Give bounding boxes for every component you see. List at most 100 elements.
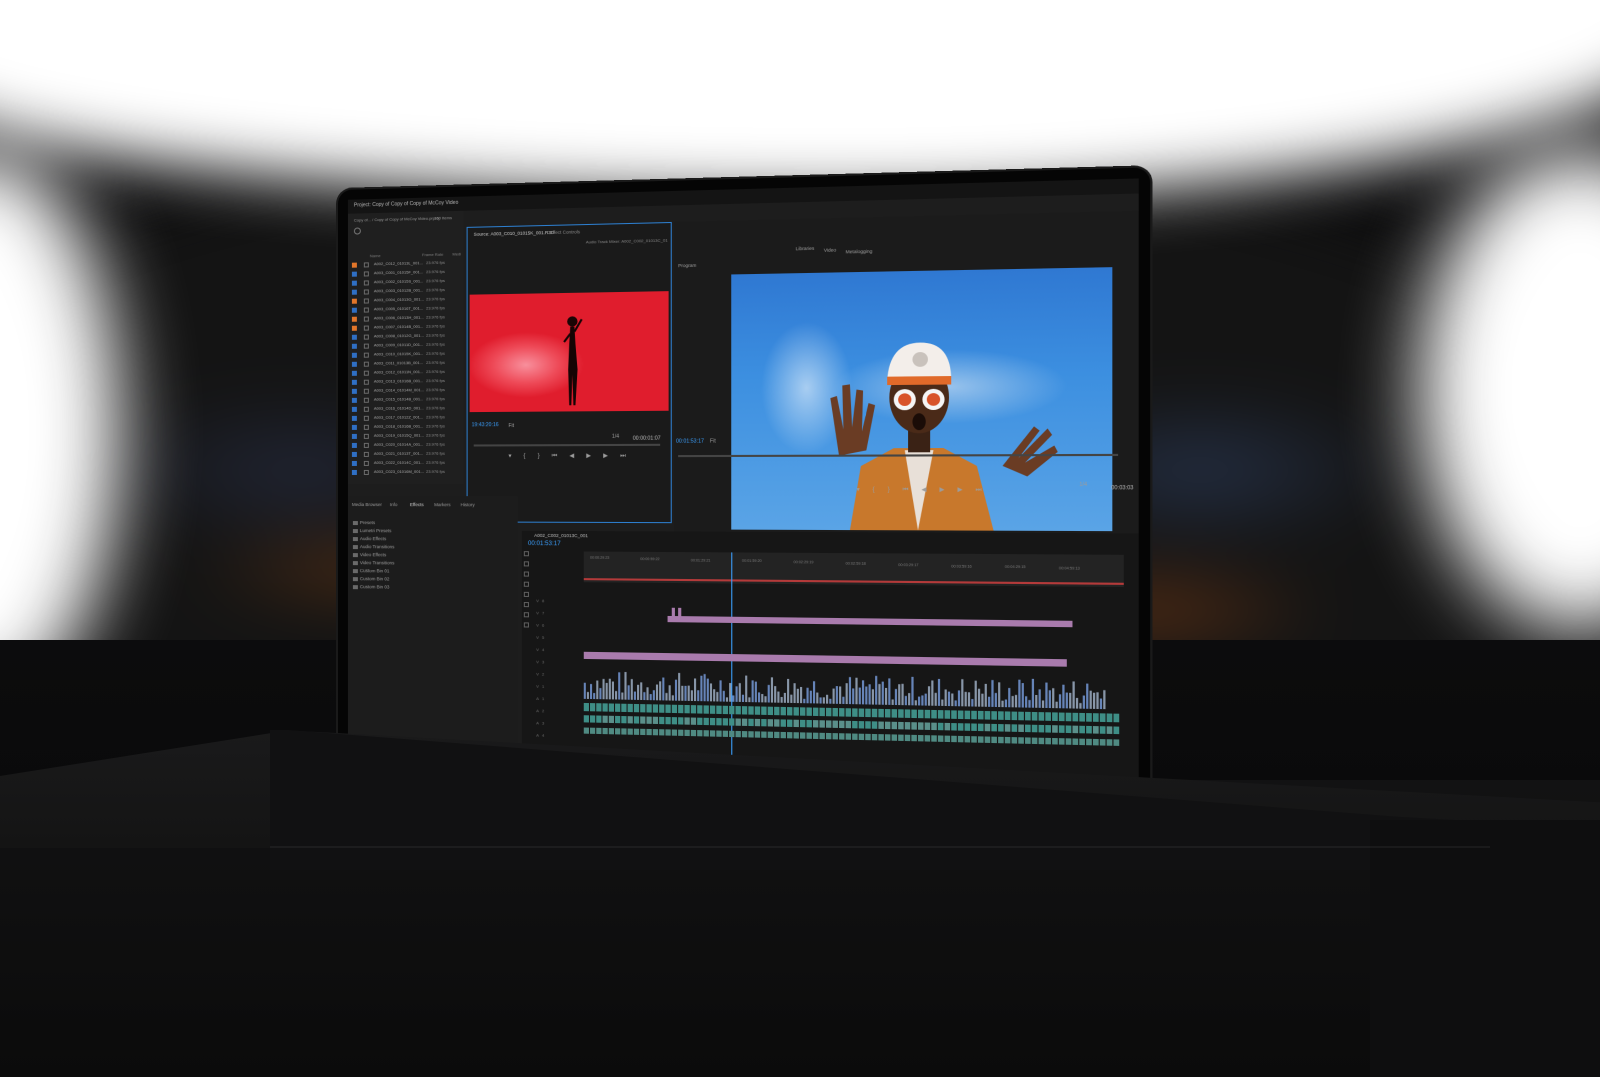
timeline-clip[interactable] [924,722,931,730]
timeline-clip[interactable] [722,690,725,702]
timeline-clip[interactable] [984,683,987,707]
timeline-clip[interactable] [646,687,649,701]
timeline-clip[interactable] [741,718,748,726]
timeline-clip[interactable] [998,682,1001,708]
timeline-clip[interactable] [875,675,878,705]
timeline-clip[interactable] [961,679,964,707]
timeline-clip[interactable] [596,703,602,712]
timeline-clip[interactable] [1096,692,1099,710]
timeline-clip[interactable] [586,691,589,699]
effects-folder[interactable]: Presets [360,520,375,525]
timeline-clip[interactable] [754,681,757,703]
timeline-clip[interactable] [608,703,614,712]
timeline-clip[interactable] [684,729,690,737]
timeline-clip[interactable] [690,705,697,714]
timeline-clip[interactable] [1086,713,1092,722]
timeline-clip[interactable] [687,685,690,701]
timeline-clip[interactable] [825,720,832,728]
timeline-clip[interactable] [964,691,967,707]
timeline-clip[interactable] [1106,726,1113,734]
timeline-clip[interactable] [652,716,659,725]
file-row[interactable]: A003_C009_01011D_001... 23.976 fps [351,341,463,349]
timeline-clip[interactable] [1058,725,1065,733]
timeline-clip[interactable] [748,731,754,738]
timeline-clip[interactable] [967,692,971,707]
timeline-clip[interactable] [871,721,878,729]
source-fit-select[interactable]: Fit [508,423,514,429]
timeline-clip[interactable] [665,692,668,701]
timeline-clip[interactable] [690,717,697,725]
timeline-clip[interactable] [845,720,852,729]
timeline-clip[interactable] [825,707,832,717]
timeline-clip[interactable] [1052,712,1058,722]
tab-effect-controls[interactable]: Effect Controls [550,229,580,235]
timeline-clip[interactable] [583,715,589,723]
timeline-clip[interactable] [898,721,904,730]
timeline-clip[interactable] [891,709,898,718]
track-header[interactable]: V3 [536,659,547,665]
timeline-clip[interactable] [674,679,678,701]
track-header[interactable]: V4 [536,647,547,653]
program-transport-controls[interactable]: ▾ { } ⏮ ◀ ▶ ▶ ⏭ [856,486,987,495]
timeline-clip[interactable] [977,736,984,743]
timeline-clip[interactable] [787,707,793,716]
timeline-clip[interactable] [809,690,812,704]
timeline-clip[interactable] [1079,712,1085,722]
timeline-clip[interactable] [1038,689,1041,708]
timeline-clip[interactable] [690,690,693,702]
track-header[interactable]: V6 [536,623,547,629]
file-row[interactable]: A003_C011_01013B_001... 23.976 fps [351,360,463,368]
timeline-clip[interactable] [608,715,614,724]
timeline-clip[interactable] [819,720,825,728]
timeline-clip[interactable] [1113,726,1120,735]
column-frame-rate[interactable]: Frame Rate [422,252,443,258]
timeline-clip[interactable] [964,736,971,743]
timeline-clip[interactable] [947,691,951,707]
file-row[interactable]: A003_C019_01015Q_001... 23.976 fps [351,432,463,440]
timeline-clip[interactable] [748,706,754,715]
timeline-clip[interactable] [878,734,884,741]
timeline-clip[interactable] [665,716,671,725]
timeline-clip[interactable] [991,736,997,744]
timeline-clip[interactable] [987,696,991,707]
search-icon[interactable] [353,227,361,235]
timeline-clip[interactable] [608,728,614,735]
timeline-clip[interactable] [937,710,944,719]
tab-libraries[interactable]: Libraries [796,246,815,252]
timeline-clip[interactable] [868,684,871,705]
timeline-clip[interactable] [678,672,681,701]
timeline-clip[interactable] [1103,690,1106,710]
source-resolution-select[interactable]: 1/4 [612,434,619,440]
file-row[interactable]: A003_C001_01015F_001... 23.976 fps [351,268,463,277]
timeline-clip[interactable] [1021,683,1024,708]
timeline-clip[interactable] [640,704,646,713]
timeline-clip[interactable] [671,717,678,725]
timeline-clip[interactable] [881,681,884,705]
timeline-clip[interactable] [917,709,924,719]
file-row[interactable]: A003_C013_01016B_001... 23.976 fps [351,378,463,386]
timeline-clip[interactable] [835,686,838,704]
timeline-clip[interactable] [891,721,898,730]
timeline-clip[interactable] [783,692,786,703]
timeline-clip[interactable] [618,672,621,700]
effects-folder[interactable]: Lumetri Presets [360,528,392,533]
timeline-clip[interactable] [703,705,709,714]
timeline-clip[interactable] [1099,713,1106,723]
effects-folder[interactable]: Video Transitions [360,560,394,565]
timeline-clip[interactable] [1072,738,1079,745]
time-ruler[interactable]: 00:00:29:23 00:00:59:22 00:01:29:21 00:01:5… [583,551,1124,588]
timeline-clip[interactable] [845,683,848,705]
timeline-clip[interactable] [1065,712,1072,722]
timeline-clip[interactable] [994,692,997,708]
timeline-clip[interactable] [911,722,917,730]
timeline-clip[interactable] [681,685,684,701]
timeline-clip[interactable] [951,735,957,743]
timeline-clip[interactable] [583,727,589,734]
timeline-clip[interactable] [1065,725,1072,734]
timeline-clip[interactable] [1004,711,1011,721]
timeline-clip[interactable] [1028,699,1031,708]
timeline-clip[interactable] [671,607,675,617]
timeline-clip[interactable] [998,724,1004,732]
timeline-clip[interactable] [1004,736,1011,744]
tab-history[interactable]: History [460,502,474,507]
